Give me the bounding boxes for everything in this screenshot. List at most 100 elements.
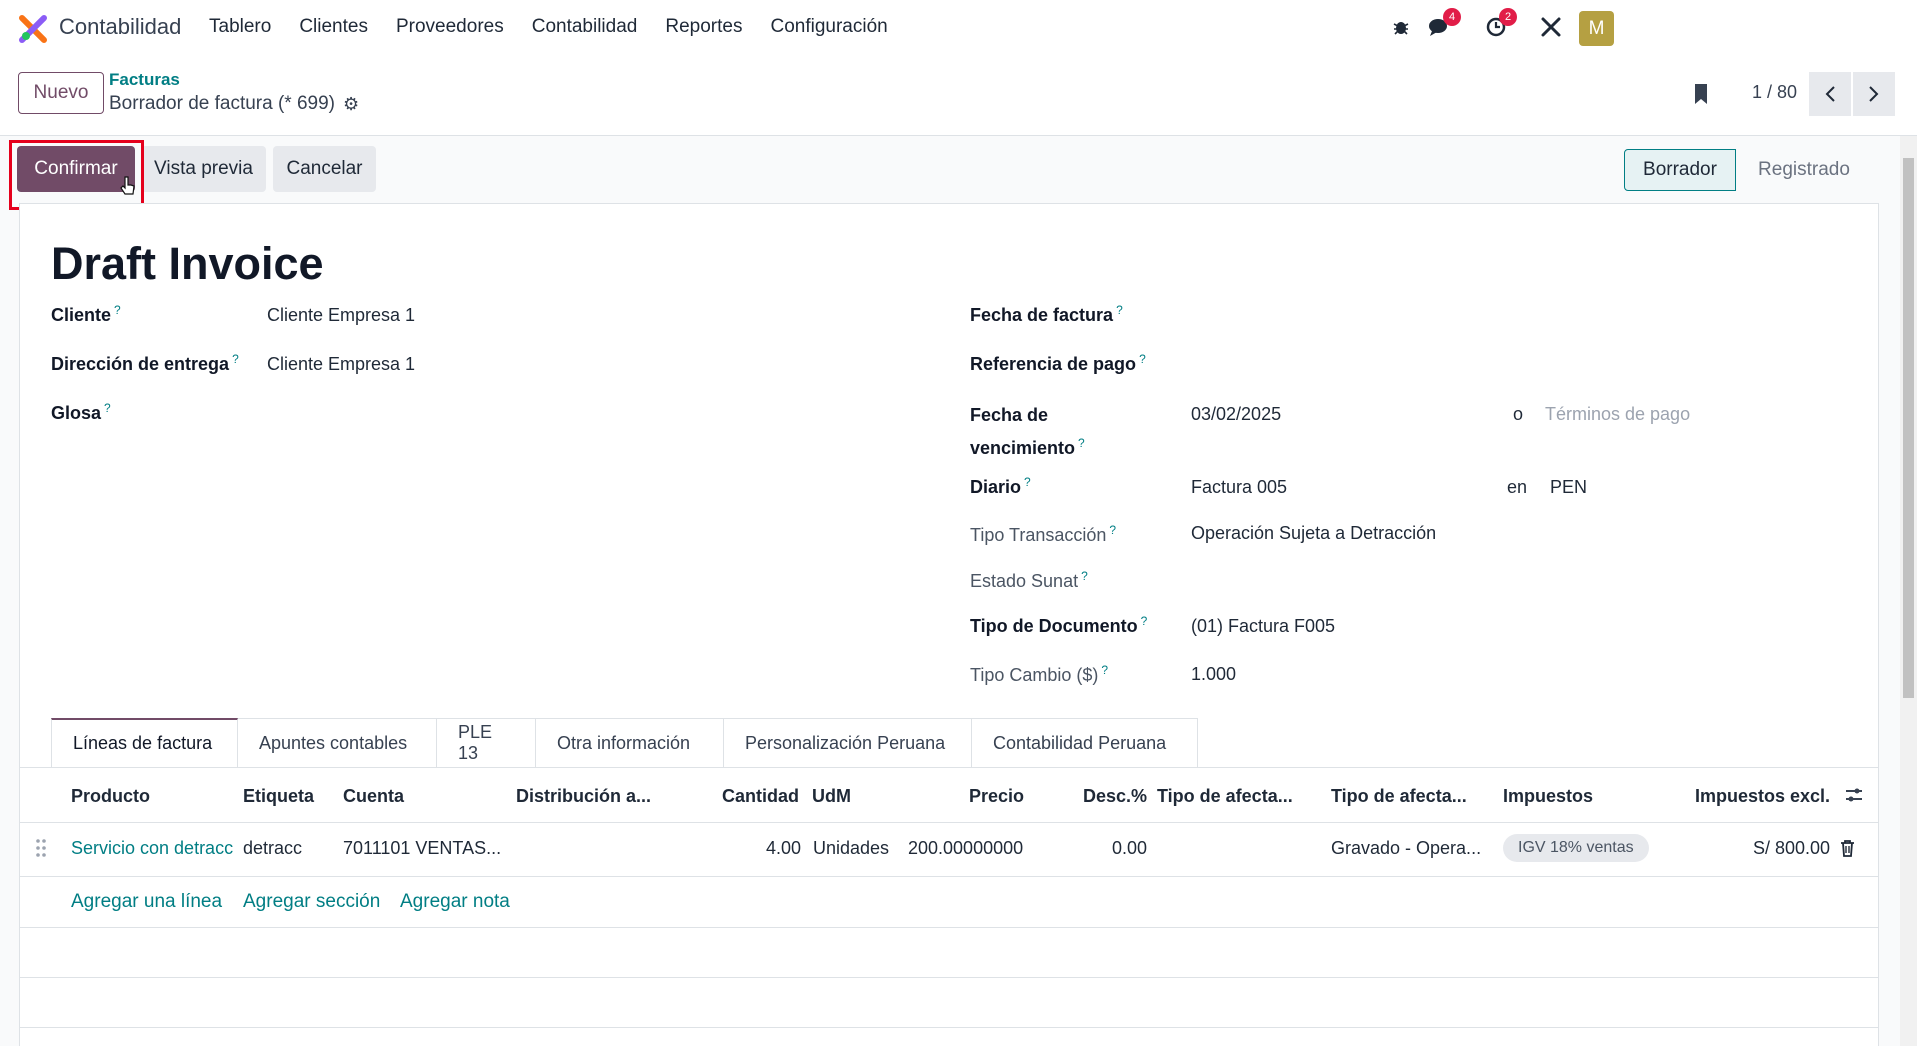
breadcrumb-current: Borrador de factura (* 699) [109, 93, 336, 114]
col-impuestos-excl[interactable]: Impuestos excl. [1695, 786, 1830, 807]
col-distribucion[interactable]: Distribución a... [516, 786, 651, 807]
tipo-transaccion-field[interactable]: Operación Sujeta a Detracción [1191, 523, 1436, 544]
tipo-documento-field[interactable]: (01) Factura F005 [1191, 616, 1335, 637]
scrollbar-thumb[interactable] [1903, 158, 1914, 698]
action-bar: Confirmar Vista previa Cancelar [0, 136, 1900, 202]
menu-configuracion[interactable]: Configuración [770, 16, 887, 38]
terminos-pago-field[interactable]: Términos de pago [1545, 404, 1690, 425]
menu-tablero[interactable]: Tablero [209, 16, 271, 38]
new-button[interactable]: Nuevo [18, 72, 104, 114]
en-text: en [1507, 477, 1528, 497]
app-name[interactable]: Contabilidad [59, 14, 181, 40]
status-posted[interactable]: Registrado [1736, 149, 1862, 191]
tab-ple-13[interactable]: PLE 13 [437, 718, 536, 768]
direccion-field[interactable]: Cliente Empresa 1 [267, 354, 415, 375]
menu-contabilidad[interactable]: Contabilidad [532, 16, 638, 38]
cell-producto[interactable]: Servicio con detracc [71, 838, 242, 859]
tipo-documento-label: Tipo de Documento? [970, 614, 1148, 636]
tipo-cambio-field[interactable]: 1.000 [1191, 664, 1236, 685]
drag-handle-icon[interactable] [35, 838, 47, 863]
help-mark: ? [1109, 523, 1117, 537]
breadcrumb-parent[interactable]: Facturas [109, 70, 180, 90]
referencia-pago-label: Referencia de pago? [970, 352, 1146, 374]
moneda-field[interactable]: PEN [1550, 477, 1587, 498]
invoice-title: Draft Invoice [51, 238, 324, 289]
tab-otra-informacion[interactable]: Otra información [536, 718, 724, 768]
bug-icon[interactable] [1386, 12, 1416, 42]
col-producto[interactable]: Producto [71, 786, 150, 807]
cell-precio[interactable]: 200.00000000 [908, 838, 1023, 859]
add-note-link[interactable]: Agregar nota [400, 891, 510, 913]
cell-cuenta[interactable]: 7011101 VENTAS... [343, 838, 513, 859]
help-mark: ? [232, 352, 239, 366]
col-descuento[interactable]: Desc.% [1083, 786, 1147, 807]
user-avatar[interactable]: M [1579, 11, 1614, 46]
add-line-link[interactable]: Agregar una línea [71, 891, 222, 913]
tab-apuntes-contables[interactable]: Apuntes contables [238, 718, 437, 768]
tools-icon[interactable] [1536, 12, 1566, 42]
help-mark: ? [1116, 303, 1123, 317]
col-tipo-afectacion-1[interactable]: Tipo de afecta... [1157, 786, 1293, 807]
pager-value[interactable]: 1 / 80 [1752, 82, 1797, 103]
add-section-link[interactable]: Agregar sección [243, 891, 380, 913]
diario-label: Diario? [970, 475, 1031, 497]
fecha-vencimiento-field[interactable]: 03/02/2025 [1191, 404, 1281, 425]
control-panel: Nuevo Facturas Borrador de factura (* 69… [0, 56, 1917, 136]
messages-icon[interactable]: 4 [1425, 8, 1461, 42]
top-navbar: Contabilidad Tablero Clientes Proveedore… [0, 0, 1917, 56]
cancel-button[interactable]: Cancelar [273, 146, 376, 192]
col-udm[interactable]: UdM [812, 786, 851, 807]
menu-proveedores[interactable]: Proveedores [396, 16, 504, 38]
cell-etiqueta[interactable]: detracc [243, 838, 338, 859]
cliente-label: Cliente? [51, 303, 121, 325]
pager-previous-button[interactable] [1809, 72, 1851, 116]
tipo-transaccion-label: Tipo Transacción? [970, 523, 1117, 545]
column-settings-icon[interactable] [1844, 786, 1864, 809]
row-divider [19, 927, 1879, 928]
main-menu: Tablero Clientes Proveedores Contabilida… [209, 16, 916, 38]
tax-tag[interactable]: IGV 18% ventas [1503, 834, 1649, 862]
header-divider [19, 822, 1879, 823]
pager-next-button[interactable] [1853, 72, 1895, 116]
tab-personalizacion-peruana[interactable]: Personalización Peruana [724, 718, 972, 768]
tab-contabilidad-peruana[interactable]: Contabilidad Peruana [972, 718, 1198, 768]
diario-field[interactable]: Factura 005 [1191, 477, 1287, 498]
cell-descuento[interactable]: 0.00 [1080, 838, 1147, 859]
col-impuestos[interactable]: Impuestos [1503, 786, 1593, 807]
menu-reportes[interactable]: Reportes [665, 16, 742, 38]
col-precio[interactable]: Precio [969, 786, 1024, 807]
gear-icon[interactable]: ⚙ [343, 94, 359, 115]
help-mark: ? [1140, 614, 1148, 628]
direccion-label: Dirección de entrega? [51, 352, 239, 374]
glosa-label: Glosa? [51, 401, 111, 423]
messages-badge: 4 [1443, 8, 1461, 26]
col-cuenta[interactable]: Cuenta [343, 786, 404, 807]
col-cantidad[interactable]: Cantidad [722, 786, 799, 807]
help-mark: ? [1078, 436, 1085, 450]
activities-clock-icon[interactable]: 2 [1481, 8, 1517, 42]
col-etiqueta[interactable]: Etiqueta [243, 786, 314, 807]
cliente-field[interactable]: Cliente Empresa 1 [267, 305, 415, 326]
cell-udm[interactable]: Unidades [813, 838, 889, 859]
cell-tipo-afectacion-2[interactable]: Gravado - Opera... [1331, 838, 1489, 859]
help-mark: ? [104, 401, 111, 415]
col-tipo-afectacion-2[interactable]: Tipo de afecta... [1331, 786, 1467, 807]
confirm-button[interactable]: Confirmar [17, 146, 135, 192]
trash-icon[interactable] [1840, 839, 1855, 862]
menu-clientes[interactable]: Clientes [299, 16, 368, 38]
estado-sunat-label: Estado Sunat? [970, 569, 1088, 591]
help-mark: ? [1024, 475, 1031, 489]
preview-button[interactable]: Vista previa [141, 146, 266, 192]
cell-cantidad[interactable]: 4.00 [720, 838, 801, 859]
app-logo-icon[interactable] [18, 14, 48, 44]
tipo-cambio-label: Tipo Cambio ($)? [970, 663, 1109, 685]
activities-badge: 2 [1499, 8, 1517, 26]
fecha-factura-label: Fecha de factura? [970, 303, 1123, 325]
help-mark: ? [1081, 569, 1088, 583]
status-draft[interactable]: Borrador [1624, 149, 1736, 191]
tab-lineas-factura[interactable]: Líneas de factura [51, 718, 238, 768]
help-mark: ? [1101, 663, 1109, 677]
chevron-right-icon [1869, 86, 1879, 102]
bookmark-icon[interactable] [1693, 82, 1709, 106]
notebook-tabs: Líneas de factura Apuntes contables PLE … [51, 718, 1198, 768]
